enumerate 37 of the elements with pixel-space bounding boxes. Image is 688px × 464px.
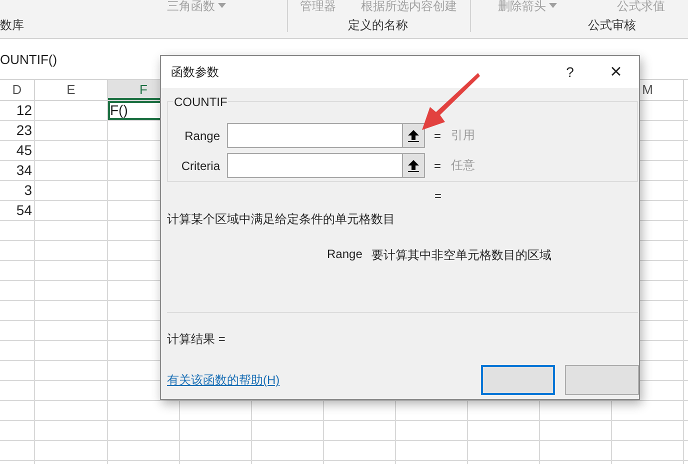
argument-description: 要计算其中非空单元格数目的区域	[371, 247, 552, 264]
input-field[interactable]	[227, 123, 425, 148]
dialog-button[interactable]	[565, 365, 639, 395]
up-arrow-icon	[408, 160, 419, 172]
function-name: COUNTIF	[173, 95, 228, 109]
caret-icon[interactable]	[549, 3, 557, 8]
argument-name: Range	[327, 247, 362, 263]
table-cell[interactable]: 34	[0, 161, 35, 180]
up-arrow-icon	[408, 130, 419, 142]
formula-text[interactable]: OUNTIF()	[0, 52, 58, 66]
table-cell[interactable]: 45	[0, 141, 35, 160]
result-label: 计算结果 =	[167, 332, 226, 346]
annotation-arrow	[422, 73, 480, 130]
argument-label: Criteria	[180, 158, 221, 172]
table-cell[interactable]: 3	[0, 181, 35, 200]
table-cell[interactable]: 12	[0, 101, 35, 120]
collapse-button[interactable]	[402, 124, 424, 147]
help-link[interactable]: 有关该函数的帮助(H)	[167, 372, 471, 389]
argument-hint: 引用	[451, 127, 475, 144]
column-header[interactable]: D	[0, 80, 35, 100]
table-cell[interactable]: 23	[0, 121, 35, 140]
argument-hint: 任意	[451, 157, 475, 174]
caret-icon[interactable]	[218, 3, 226, 8]
function-description: 计算某个区域中满足给定条件的单元格数目	[167, 212, 395, 226]
ribbon-group-label: 公式审核	[588, 17, 636, 34]
dialog-title: 函数参数	[171, 64, 220, 80]
collapse-button[interactable]	[402, 154, 424, 177]
table-cell[interactable]: 54	[0, 201, 35, 220]
argument-label: Range	[184, 128, 221, 142]
ribbon-group-label: 数库	[0, 17, 24, 34]
ribbon-group-label: 定义的名称	[348, 17, 408, 34]
equals-sign: =	[434, 128, 442, 142]
equals-sign: =	[434, 189, 442, 203]
input-field[interactable]	[227, 153, 425, 178]
dialog-button[interactable]	[481, 365, 555, 395]
help-button[interactable]: ?	[547, 56, 593, 88]
equals-sign: =	[434, 158, 442, 172]
